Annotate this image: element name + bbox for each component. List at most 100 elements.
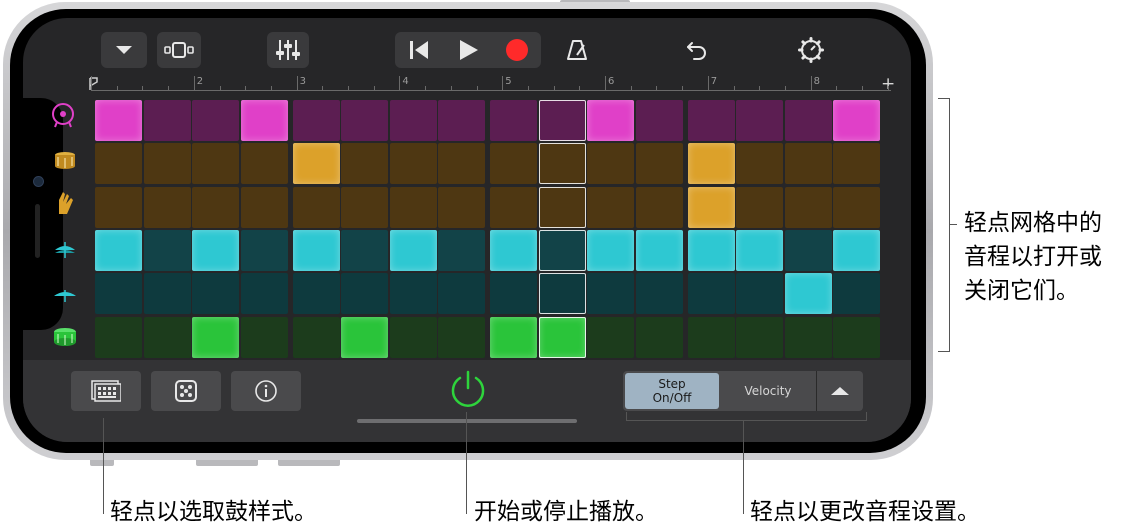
step-cell-tom-7[interactable]	[389, 316, 437, 358]
step-cell-tom-11[interactable]	[587, 316, 634, 358]
step-cell-kick-4[interactable]	[240, 100, 288, 141]
step-cell-clap-13[interactable]	[687, 186, 735, 228]
step-cell-hihat-15[interactable]	[784, 229, 832, 271]
step-cell-snare-11[interactable]	[587, 143, 634, 185]
step-cell-tom-8[interactable]	[438, 316, 485, 358]
pattern-button[interactable]	[71, 371, 141, 411]
step-cell-hihat-3[interactable]	[192, 229, 239, 271]
step-cell-snare-14[interactable]	[736, 143, 783, 185]
step-cell-clap-10[interactable]	[538, 186, 586, 228]
step-cell-cymbal-15[interactable]	[784, 273, 832, 315]
step-cell-clap-12[interactable]	[635, 186, 683, 228]
step-cell-cymbal-11[interactable]	[587, 273, 634, 315]
step-cell-cymbal-6[interactable]	[341, 273, 388, 315]
step-cell-cymbal-16[interactable]	[833, 273, 880, 315]
step-cell-clap-16[interactable]	[833, 186, 880, 228]
step-cell-clap-11[interactable]	[587, 186, 634, 228]
tom-drum-icon[interactable]	[51, 324, 79, 348]
step-cell-tom-14[interactable]	[736, 316, 783, 358]
step-cell-hihat-7[interactable]	[389, 229, 437, 271]
step-cell-cymbal-8[interactable]	[438, 273, 485, 315]
step-cell-snare-1[interactable]	[95, 143, 142, 185]
step-cell-tom-13[interactable]	[687, 316, 735, 358]
step-cell-cymbal-13[interactable]	[687, 273, 735, 315]
step-cell-hihat-11[interactable]	[587, 229, 634, 271]
snare-drum-icon[interactable]	[53, 150, 77, 172]
step-cell-tom-1[interactable]	[95, 316, 142, 358]
step-cell-tom-4[interactable]	[240, 316, 288, 358]
info-button[interactable]	[231, 371, 301, 411]
step-cell-snare-7[interactable]	[389, 143, 437, 185]
step-cell-hihat-13[interactable]	[687, 229, 735, 271]
step-cell-clap-5[interactable]	[292, 186, 340, 228]
expand-rows-button[interactable]	[819, 373, 861, 409]
step-cell-clap-1[interactable]	[95, 186, 142, 228]
step-cell-snare-2[interactable]	[143, 143, 191, 185]
step-cell-kick-5[interactable]	[292, 100, 340, 141]
step-cell-kick-1[interactable]	[95, 100, 142, 141]
step-cell-kick-7[interactable]	[389, 100, 437, 141]
step-cell-clap-3[interactable]	[192, 186, 239, 228]
step-cell-hihat-4[interactable]	[240, 229, 288, 271]
step-cell-tom-9[interactable]	[490, 316, 537, 358]
step-cell-clap-7[interactable]	[389, 186, 437, 228]
cymbal-icon[interactable]	[53, 286, 77, 302]
step-cell-tom-12[interactable]	[635, 316, 683, 358]
step-cell-hihat-5[interactable]	[292, 229, 340, 271]
clap-icon[interactable]	[55, 190, 75, 216]
step-cell-kick-6[interactable]	[341, 100, 388, 141]
step-cell-snare-4[interactable]	[240, 143, 288, 185]
step-cell-hihat-8[interactable]	[438, 229, 485, 271]
hihat-icon[interactable]	[53, 242, 77, 258]
step-cell-snare-15[interactable]	[784, 143, 832, 185]
step-cell-snare-9[interactable]	[490, 143, 537, 185]
step-cell-kick-16[interactable]	[833, 100, 880, 141]
step-cell-kick-13[interactable]	[687, 100, 735, 141]
step-cell-cymbal-7[interactable]	[389, 273, 437, 315]
step-cell-clap-14[interactable]	[736, 186, 783, 228]
step-cell-clap-15[interactable]	[784, 186, 832, 228]
velocity-tab[interactable]: Velocity	[721, 373, 815, 409]
step-cell-kick-3[interactable]	[192, 100, 239, 141]
step-cell-snare-10[interactable]	[538, 143, 586, 185]
step-cell-cymbal-10[interactable]	[538, 273, 586, 315]
step-cell-cymbal-1[interactable]	[95, 273, 142, 315]
step-cell-tom-3[interactable]	[192, 316, 239, 358]
step-cell-tom-5[interactable]	[292, 316, 340, 358]
step-cell-snare-6[interactable]	[341, 143, 388, 185]
kick-drum-icon[interactable]	[50, 102, 76, 128]
step-cell-snare-13[interactable]	[687, 143, 735, 185]
step-cell-clap-2[interactable]	[143, 186, 191, 228]
step-cell-cymbal-12[interactable]	[635, 273, 683, 315]
randomize-button[interactable]	[151, 371, 221, 411]
step-on-off-tab[interactable]: Step On/Off	[625, 373, 719, 409]
step-cell-kick-12[interactable]	[635, 100, 683, 141]
power-button[interactable]	[447, 368, 489, 410]
step-cell-hihat-2[interactable]	[143, 229, 191, 271]
step-cell-cymbal-2[interactable]	[143, 273, 191, 315]
step-cell-snare-16[interactable]	[833, 143, 880, 185]
step-cell-snare-5[interactable]	[292, 143, 340, 185]
step-cell-tom-15[interactable]	[784, 316, 832, 358]
step-cell-hihat-12[interactable]	[635, 229, 683, 271]
step-cell-clap-8[interactable]	[438, 186, 485, 228]
step-cell-tom-16[interactable]	[833, 316, 880, 358]
step-cell-cymbal-4[interactable]	[240, 273, 288, 315]
step-cell-tom-6[interactable]	[341, 316, 388, 358]
step-cell-kick-14[interactable]	[736, 100, 783, 141]
step-cell-cymbal-9[interactable]	[490, 273, 537, 315]
step-cell-snare-12[interactable]	[635, 143, 683, 185]
step-cell-cymbal-14[interactable]	[736, 273, 783, 315]
step-cell-hihat-6[interactable]	[341, 229, 388, 271]
step-cell-clap-9[interactable]	[490, 186, 537, 228]
step-cell-kick-10[interactable]	[538, 100, 586, 141]
step-cell-snare-3[interactable]	[192, 143, 239, 185]
step-cell-tom-10[interactable]	[538, 316, 586, 358]
step-cell-tom-2[interactable]	[143, 316, 191, 358]
step-cell-clap-6[interactable]	[341, 186, 388, 228]
step-cell-snare-8[interactable]	[438, 143, 485, 185]
step-cell-kick-2[interactable]	[143, 100, 191, 141]
step-cell-clap-4[interactable]	[240, 186, 288, 228]
step-cell-kick-15[interactable]	[784, 100, 832, 141]
step-cell-kick-9[interactable]	[490, 100, 537, 141]
